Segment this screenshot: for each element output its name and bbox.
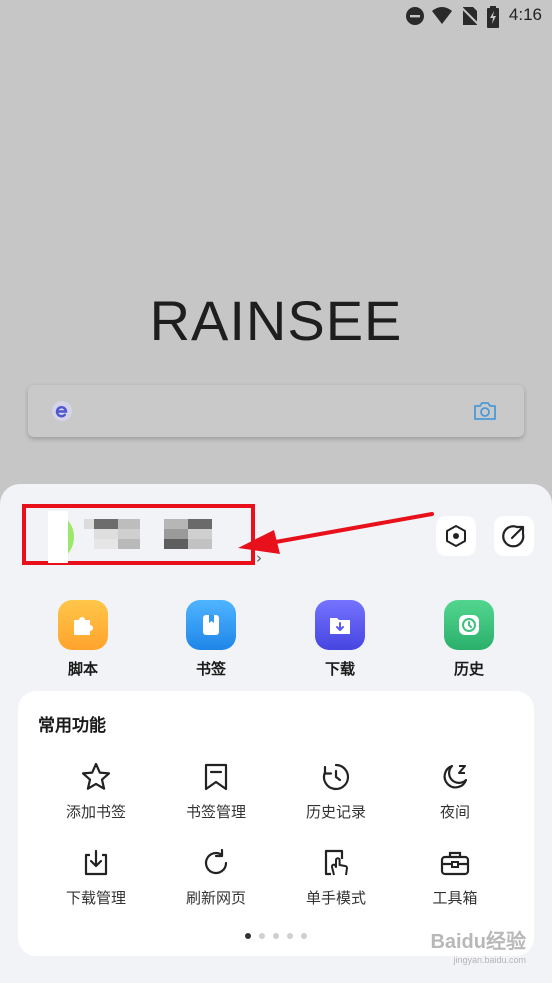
bookmark-outline-icon <box>204 763 228 791</box>
share-icon <box>502 525 525 548</box>
page-dot[interactable] <box>245 933 251 939</box>
refresh-page-button[interactable]: 刷新网页 <box>161 847 271 908</box>
annotation-arrow-icon <box>238 512 434 554</box>
add-bookmark-button[interactable]: 添加书签 <box>41 761 151 822</box>
download-folder-icon <box>315 600 365 650</box>
toolbox-button[interactable]: 工具箱 <box>400 847 510 908</box>
battery-charging-icon <box>487 6 499 28</box>
star-icon <box>81 762 111 790</box>
page-dot[interactable] <box>273 933 279 939</box>
quick-action-bookmarks[interactable]: 书签 <box>161 600 261 679</box>
one-hand-mode-button[interactable]: 单手模式 <box>281 847 391 908</box>
history-record-button[interactable]: 历史记录 <box>281 761 391 822</box>
wifi-icon <box>432 7 452 24</box>
download-manager-button[interactable]: 下载管理 <box>41 847 151 908</box>
no-sim-icon <box>460 6 480 26</box>
moon-icon <box>443 764 468 789</box>
search-engine-icon[interactable] <box>50 399 74 423</box>
puzzle-icon <box>58 600 108 650</box>
download-icon <box>84 849 108 876</box>
night-mode-button[interactable]: 夜间 <box>400 761 510 822</box>
page-dot[interactable] <box>287 933 293 939</box>
bookmark-icon <box>186 600 236 650</box>
quick-action-downloads[interactable]: 下载 <box>290 600 390 679</box>
search-bar[interactable] <box>28 385 524 437</box>
share-button[interactable] <box>494 516 534 556</box>
common-functions-card: 常用功能 添加书签 书签管理 历史记录 夜间 下载管理 刷新网页 单手模式 工具… <box>18 691 534 956</box>
card-title: 常用功能 <box>38 716 106 736</box>
refresh-icon <box>204 848 228 875</box>
clock-icon <box>444 600 494 650</box>
camera-icon[interactable] <box>472 399 498 423</box>
bookmark-manager-button[interactable]: 书签管理 <box>161 761 271 822</box>
one-hand-icon <box>324 849 348 876</box>
watermark: Baidu经验 jingyan.baidu.com <box>430 931 526 965</box>
settings-button[interactable] <box>436 516 476 556</box>
page-dot[interactable] <box>259 933 265 939</box>
do-not-disturb-icon <box>406 7 424 25</box>
status-bar: 4:16 <box>0 0 552 32</box>
blurred-username <box>84 519 214 549</box>
quick-action-history[interactable]: 历史 <box>419 600 519 679</box>
status-time: 4:16 <box>508 5 542 24</box>
history-icon <box>322 763 350 791</box>
toolbox-icon <box>440 851 470 876</box>
quick-action-scripts[interactable]: 脚本 <box>33 600 133 679</box>
account-entry[interactable]: › <box>22 504 262 567</box>
page-dot[interactable] <box>301 933 307 939</box>
brand-logo-text: RAINSEE <box>149 289 403 352</box>
hexagon-settings-icon <box>446 525 466 547</box>
